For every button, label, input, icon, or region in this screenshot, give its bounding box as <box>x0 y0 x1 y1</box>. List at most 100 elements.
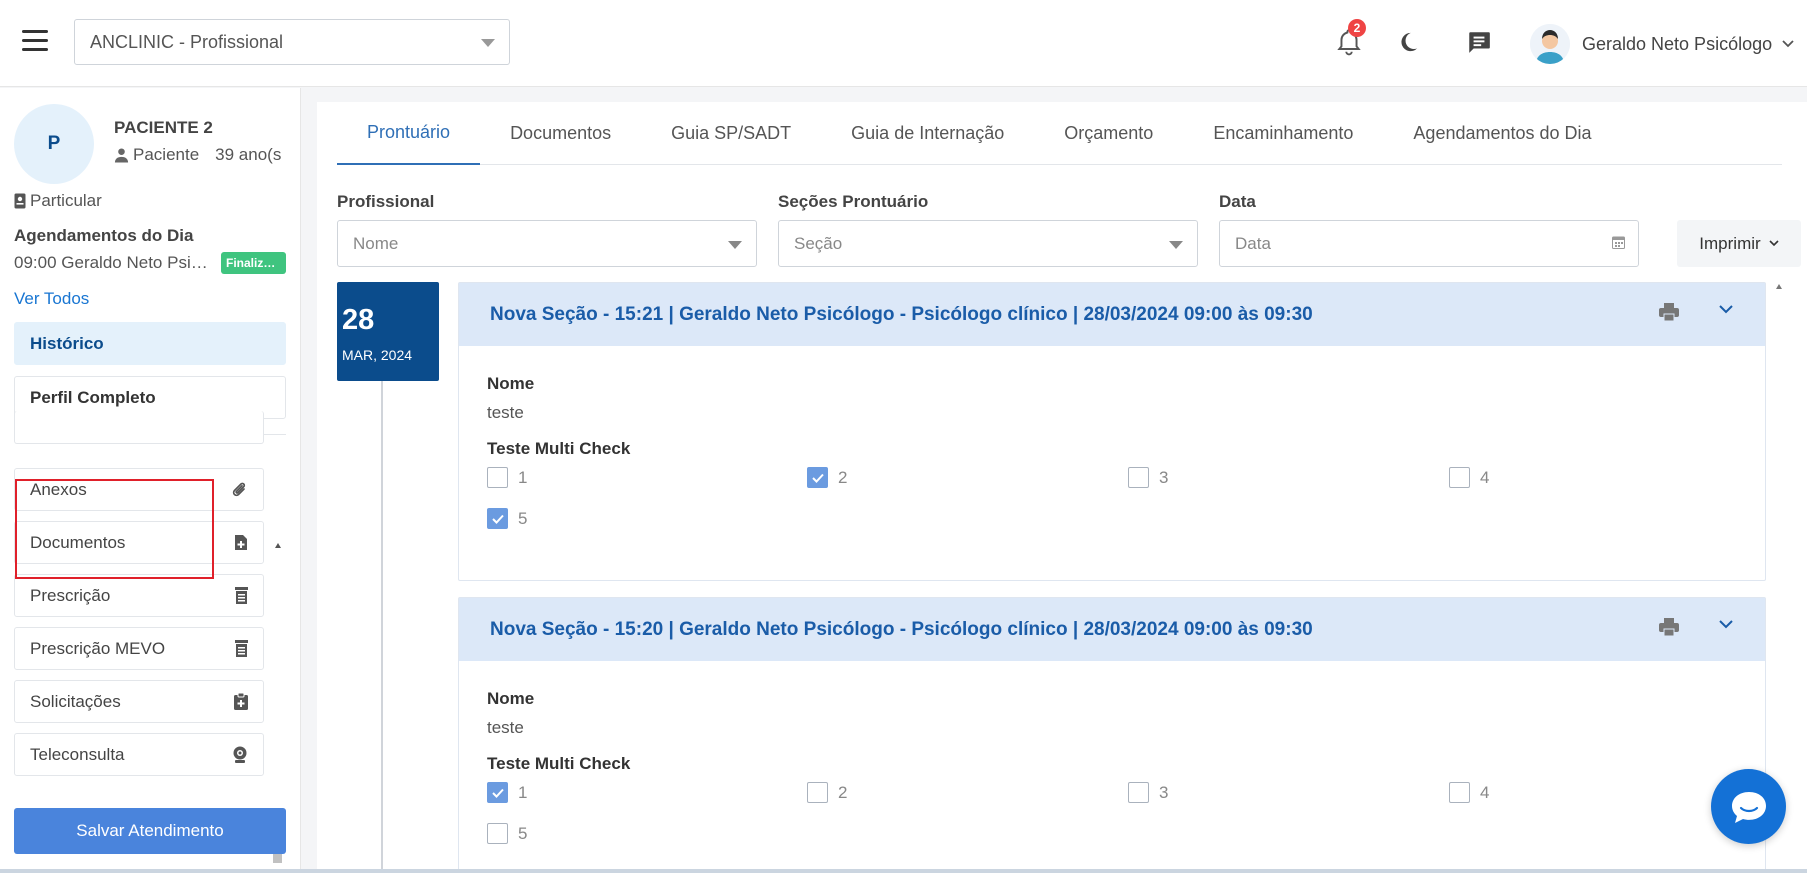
checkbox-option[interactable]: 3 <box>1128 782 1168 803</box>
tab-orcamento[interactable]: Orçamento <box>1034 102 1183 165</box>
checkbox-option[interactable]: 2 <box>807 782 847 803</box>
session-body: Nome teste Teste Multi Check 1 2 3 4 5 <box>459 346 1765 557</box>
chevron-down-icon <box>1782 40 1794 48</box>
checkbox-option[interactable]: 2 <box>807 467 847 488</box>
status-badge: Finalizado <box>221 252 286 274</box>
checkbox-option[interactable]: 4 <box>1449 782 1489 803</box>
checkbox-option[interactable]: 5 <box>487 823 527 844</box>
date-input[interactable]: Data <box>1219 220 1639 267</box>
checkbox[interactable] <box>487 823 508 844</box>
checkbox-option[interactable]: 5 <box>487 508 527 529</box>
field-label: Nome <box>487 374 535 393</box>
chevron-down-icon <box>1769 240 1779 247</box>
appointment-item[interactable]: 09:00 Geraldo Neto Psicólogo Finalizado <box>14 252 286 274</box>
plan-label: Particular <box>30 191 102 210</box>
patient-age: 39 ano(s <box>215 145 282 164</box>
menu-item-anexos[interactable]: Anexos <box>14 468 264 511</box>
patient-avatar: P <box>14 104 94 184</box>
check-icon <box>491 788 504 798</box>
checkbox[interactable] <box>487 782 508 803</box>
checkbox[interactable] <box>1449 467 1470 488</box>
chat-icon <box>1469 32 1490 53</box>
professional-select[interactable]: Nome <box>337 220 757 267</box>
multi-check-group: 1 2 3 4 5 <box>487 782 1737 872</box>
checkbox-option[interactable]: 3 <box>1128 467 1168 488</box>
tab-agendamentos-dia[interactable]: Agendamentos do Dia <box>1383 102 1621 165</box>
patient-type: Paciente <box>133 145 200 164</box>
menu-item-prescricao[interactable]: Prescrição <box>14 574 264 617</box>
menu-item-documentos[interactable]: Documentos <box>14 521 264 564</box>
tab-encaminhamento[interactable]: Encaminhamento <box>1183 102 1383 165</box>
multi-check-group: 1 2 3 4 5 <box>487 467 1737 557</box>
tab-documentos[interactable]: Documentos <box>480 102 641 165</box>
checkbox[interactable] <box>487 467 508 488</box>
chevron-down-icon[interactable] <box>1719 305 1733 314</box>
clinic-select-value: ANCLINIC - Profissional <box>90 31 284 52</box>
menu-icon[interactable] <box>22 30 48 52</box>
checkbox-label: 4 <box>1480 467 1490 487</box>
notification-badge: 2 <box>1348 19 1366 37</box>
scroll-up-arrow[interactable] <box>275 543 281 548</box>
paperclip-icon <box>232 481 248 499</box>
clinic-select[interactable]: ANCLINIC - Profissional <box>74 19 510 65</box>
messages-button[interactable] <box>1459 22 1499 62</box>
caret-down-icon <box>728 241 742 249</box>
session-title: Nova Seção - 15:21 | Geraldo Neto Psicól… <box>490 303 1313 325</box>
date-label: Data <box>1219 192 1256 211</box>
clipboard-plus-icon <box>234 693 248 710</box>
checkbox-label: 4 <box>1480 782 1490 802</box>
check-icon <box>811 473 824 483</box>
menu-item-teleconsulta[interactable]: Teleconsulta <box>14 733 264 776</box>
checkbox[interactable] <box>807 782 828 803</box>
checkbox-option[interactable]: 4 <box>1449 467 1489 488</box>
print-button[interactable]: Imprimir <box>1677 220 1801 267</box>
tab-guia-internacao[interactable]: Guia de Internação <box>821 102 1034 165</box>
see-all-link[interactable]: Ver Todos <box>14 289 89 309</box>
patient-name: PACIENTE 2 <box>114 118 213 137</box>
session-header[interactable]: Nova Seção - 15:20 | Geraldo Neto Psicól… <box>459 598 1765 661</box>
appointments-title: Agendamentos do Dia <box>14 226 194 245</box>
print-button-label: Imprimir <box>1699 233 1761 253</box>
checkbox-option[interactable]: 1 <box>487 467 527 488</box>
menu-item-solicitacoes[interactable]: Solicitações <box>14 680 264 723</box>
sections-select[interactable]: Seção <box>778 220 1198 267</box>
checkbox-label: 1 <box>518 467 528 487</box>
tab-guia-sp-sadt[interactable]: Guia SP/SADT <box>641 102 821 165</box>
checkbox-label: 5 <box>518 823 528 843</box>
session-title: Nova Seção - 15:20 | Geraldo Neto Psicól… <box>490 618 1313 640</box>
caret-down-icon <box>481 39 495 47</box>
chevron-down-icon[interactable] <box>1719 620 1733 629</box>
dark-mode-toggle[interactable] <box>1388 22 1428 62</box>
top-bar: ANCLINIC - Profissional 2 Geraldo Neto P… <box>0 0 1807 87</box>
tab-historico[interactable]: Histórico <box>14 322 286 365</box>
menu-item-label: Teleconsulta <box>30 744 125 764</box>
tab-prontuario[interactable]: Prontuário <box>337 102 481 165</box>
calendar-icon <box>1612 236 1625 249</box>
save-appointment-button[interactable]: Salvar Atendimento <box>14 808 286 854</box>
checkbox[interactable] <box>807 467 828 488</box>
checkbox-option[interactable]: 1 <box>487 782 527 803</box>
checkbox[interactable] <box>1449 782 1470 803</box>
menu-item-prescricao-mevo[interactable]: Prescrição MEVO <box>14 627 264 670</box>
bottom-edge <box>0 869 1807 873</box>
id-card-icon <box>14 193 26 209</box>
checkbox[interactable] <box>1128 467 1149 488</box>
menu-item-hidden[interactable] <box>14 411 264 444</box>
professional-placeholder: Nome <box>353 233 399 253</box>
prescription-icon <box>235 640 248 657</box>
session-body: Nome teste Teste Multi Check 1 2 3 4 5 <box>459 661 1765 872</box>
session-header[interactable]: Nova Seção - 15:21 | Geraldo Neto Psicól… <box>459 283 1765 346</box>
checkbox-label: 2 <box>838 782 848 802</box>
menu-item-label: Prescrição MEVO <box>30 638 166 658</box>
scroll-up-arrow[interactable] <box>1776 284 1782 289</box>
checkbox[interactable] <box>1128 782 1149 803</box>
notifications-button[interactable]: 2 <box>1329 19 1369 62</box>
menu-item-label: Anexos <box>30 479 87 499</box>
checkbox[interactable] <box>487 508 508 529</box>
user-menu[interactable]: Geraldo Neto Psicólogo <box>1530 22 1794 66</box>
chat-widget-button[interactable] <box>1711 769 1786 844</box>
caret-down-icon <box>1169 241 1183 249</box>
session-card: Nova Seção - 15:21 | Geraldo Neto Psicól… <box>458 282 1766 581</box>
printer-icon[interactable] <box>1659 303 1679 321</box>
printer-icon[interactable] <box>1659 618 1679 636</box>
